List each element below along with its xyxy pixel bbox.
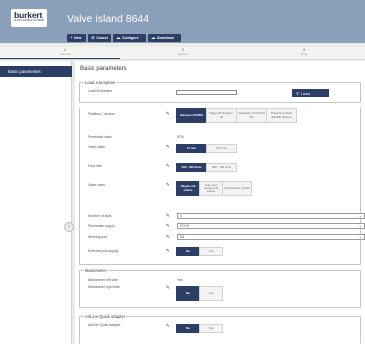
cloud-download-icon: ☁ <box>151 35 156 40</box>
manometer-left-label: Manometer left side <box>88 278 118 282</box>
load-button[interactable]: ⚲ Load <box>292 89 329 97</box>
airline-option[interactable]: Yes <box>199 324 223 333</box>
step-label: General <box>59 51 71 56</box>
valve-sizes-option[interactable]: Single-coil valves <box>176 181 200 196</box>
chevron-down-icon: ⌄ <box>358 222 362 228</box>
external-pilot-label: External pilot supply <box>88 249 119 253</box>
external-pilot-option[interactable]: No <box>176 247 200 256</box>
manometer-legend: Manometer <box>84 268 108 273</box>
fieldbus-option[interactable]: Rockwell / CIA Point I/O <box>236 108 267 123</box>
pencil-icon: ✎ <box>166 213 170 218</box>
load-id-label: Load ID/number <box>88 89 113 93</box>
airline-group: AirLine Quick adapter AirLine Quick adap… <box>79 314 361 344</box>
flow-rate-option[interactable]: 200 - 300 l/min <box>176 163 207 172</box>
airline-label: AirLine Quick adapter <box>88 323 121 327</box>
parameters-group: Fieldbus / Version ✎ Siemens ET200S Mega… <box>79 107 365 265</box>
sidebar-item-basic-parameters[interactable]: Basic parameters <box>0 66 72 77</box>
valve-sizes-label: Valve sizes <box>88 183 105 187</box>
pneumatic-supply-label: Pneumatic supply <box>88 224 115 228</box>
cancel-button-label: Cancel <box>96 36 108 40</box>
valve-sizes-segmented: Single-coil valves Imp. and double-coil … <box>176 181 252 196</box>
pneumatic-supply-select[interactable]: SOYS ⌄ <box>177 223 365 229</box>
configure-button-label: Configure <box>122 36 139 40</box>
step-done[interactable]: 3 Done <box>244 48 364 56</box>
airline-legend: AirLine Quick adapter <box>84 314 127 319</box>
load-button-label: Load <box>300 90 310 96</box>
new-button[interactable]: + New <box>67 34 86 42</box>
fieldbus-label: Fieldbus / Version <box>88 112 115 116</box>
step-progress-bar <box>0 58 120 59</box>
number-of-slots-label: Number of slots <box>88 214 112 218</box>
cancel-circle-icon: ⊗ <box>91 35 95 40</box>
manometer-left-value: Yes <box>177 278 183 282</box>
page-title: Valve island 8644 <box>67 13 150 25</box>
main-panel: Basic parameters Load a template Load ID… <box>75 61 365 344</box>
protection-class-value: IP20 <box>177 135 184 139</box>
manometer-right-segmented: No Yes <box>176 286 223 301</box>
external-pilot-option[interactable]: Yes <box>199 247 223 256</box>
external-pilot-segmented: No Yes <box>176 247 223 256</box>
valve-width-segmented: 11 mm 16.5 mm <box>176 144 237 153</box>
download-button[interactable]: ☁ Download <box>148 34 181 42</box>
number-of-slots-select[interactable]: 4 ⌄ <box>177 213 365 219</box>
manometer-right-option[interactable]: No <box>176 286 200 301</box>
sidebar: Basic parameters ‹ <box>0 61 74 344</box>
new-button-label: New <box>74 36 82 40</box>
pencil-icon: ✎ <box>166 163 170 168</box>
select-value: D6 <box>180 235 185 239</box>
flow-rate-label: Flow rate <box>88 164 102 168</box>
step-label: Options <box>177 51 189 56</box>
pencil-icon: ✎ <box>166 323 170 328</box>
protection-class-label: Protection class <box>88 135 112 139</box>
working-port-label: Working port <box>88 235 108 239</box>
pencil-icon: ✎ <box>166 182 170 187</box>
logo-tagline: FLUID CONTROL SYSTEMS <box>14 20 45 22</box>
pencil-icon: ✎ <box>166 285 170 290</box>
pencil-icon: ✎ <box>166 144 170 149</box>
fieldbus-option[interactable]: Phoenix Contact INLINE System <box>266 108 297 123</box>
search-icon: ⚲ <box>296 90 299 96</box>
fieldbus-option[interactable]: Mega I/O System / ID <box>206 108 237 123</box>
valve-width-option[interactable]: 11 mm <box>176 144 207 153</box>
logo-word: burkert <box>14 10 43 20</box>
airline-segmented: No Yes <box>176 324 223 333</box>
step-options[interactable]: 2 Options <box>123 48 243 56</box>
plus-icon: + <box>70 35 73 40</box>
select-value: SOYS <box>180 224 190 228</box>
template-group: Load a template Load ID/number ⚲ Load <box>79 80 361 103</box>
pencil-icon: ✎ <box>166 223 170 228</box>
manometer-right-option[interactable]: Yes <box>199 286 223 301</box>
valve-width-option[interactable]: 16.5 mm <box>206 144 237 153</box>
configure-button[interactable]: ☁ Configure <box>113 34 146 42</box>
chevron-left-icon[interactable]: ‹ <box>64 222 74 232</box>
app-header: burkert FLUID CONTROL SYSTEMS Valve isla… <box>0 0 365 43</box>
chevron-down-icon: ⌄ <box>358 233 362 239</box>
load-id-input[interactable] <box>176 90 237 95</box>
pencil-icon: ✎ <box>166 111 170 116</box>
template-legend: Load a template <box>84 80 117 85</box>
section-title: Basic parameters <box>80 66 127 72</box>
chevron-down-icon: ⌄ <box>358 212 362 218</box>
fieldbus-segmented: Siemens ET200S Mega I/O System / ID Rock… <box>176 108 297 123</box>
cancel-button[interactable]: ⊗ Cancel <box>88 34 111 42</box>
progress-stepper: 1 General 2 Options 3 Done <box>0 47 365 60</box>
download-button-label: Download <box>157 36 174 40</box>
valve-sizes-option[interactable]: Imp. and double-coil valves <box>199 181 223 196</box>
burkert-logo: burkert FLUID CONTROL SYSTEMS <box>11 9 47 27</box>
pencil-icon: ✎ <box>166 234 170 239</box>
valve-width-label: Valve width <box>88 145 106 149</box>
manometer-right-label: Manometer right side <box>88 285 120 289</box>
select-value: 4 <box>180 214 182 218</box>
cloud-gear-icon: ☁ <box>116 35 121 40</box>
fieldbus-option[interactable]: Siemens ET200S <box>176 108 207 123</box>
step-general[interactable]: 1 General <box>5 48 125 56</box>
flow-rate-segmented: 200 - 300 l/min 300 - 700 l/min <box>176 163 237 172</box>
manometer-group: Manometer Manometer left side Yes Manome… <box>79 268 361 308</box>
valve-sizes-option[interactable]: Combination of both <box>222 181 252 196</box>
working-port-select[interactable]: D6 ⌄ <box>177 234 365 240</box>
pencil-icon: ✎ <box>166 248 170 253</box>
airline-option[interactable]: No <box>176 324 200 333</box>
step-label: Done <box>300 51 308 56</box>
flow-rate-option[interactable]: 300 - 700 l/min <box>206 163 237 172</box>
